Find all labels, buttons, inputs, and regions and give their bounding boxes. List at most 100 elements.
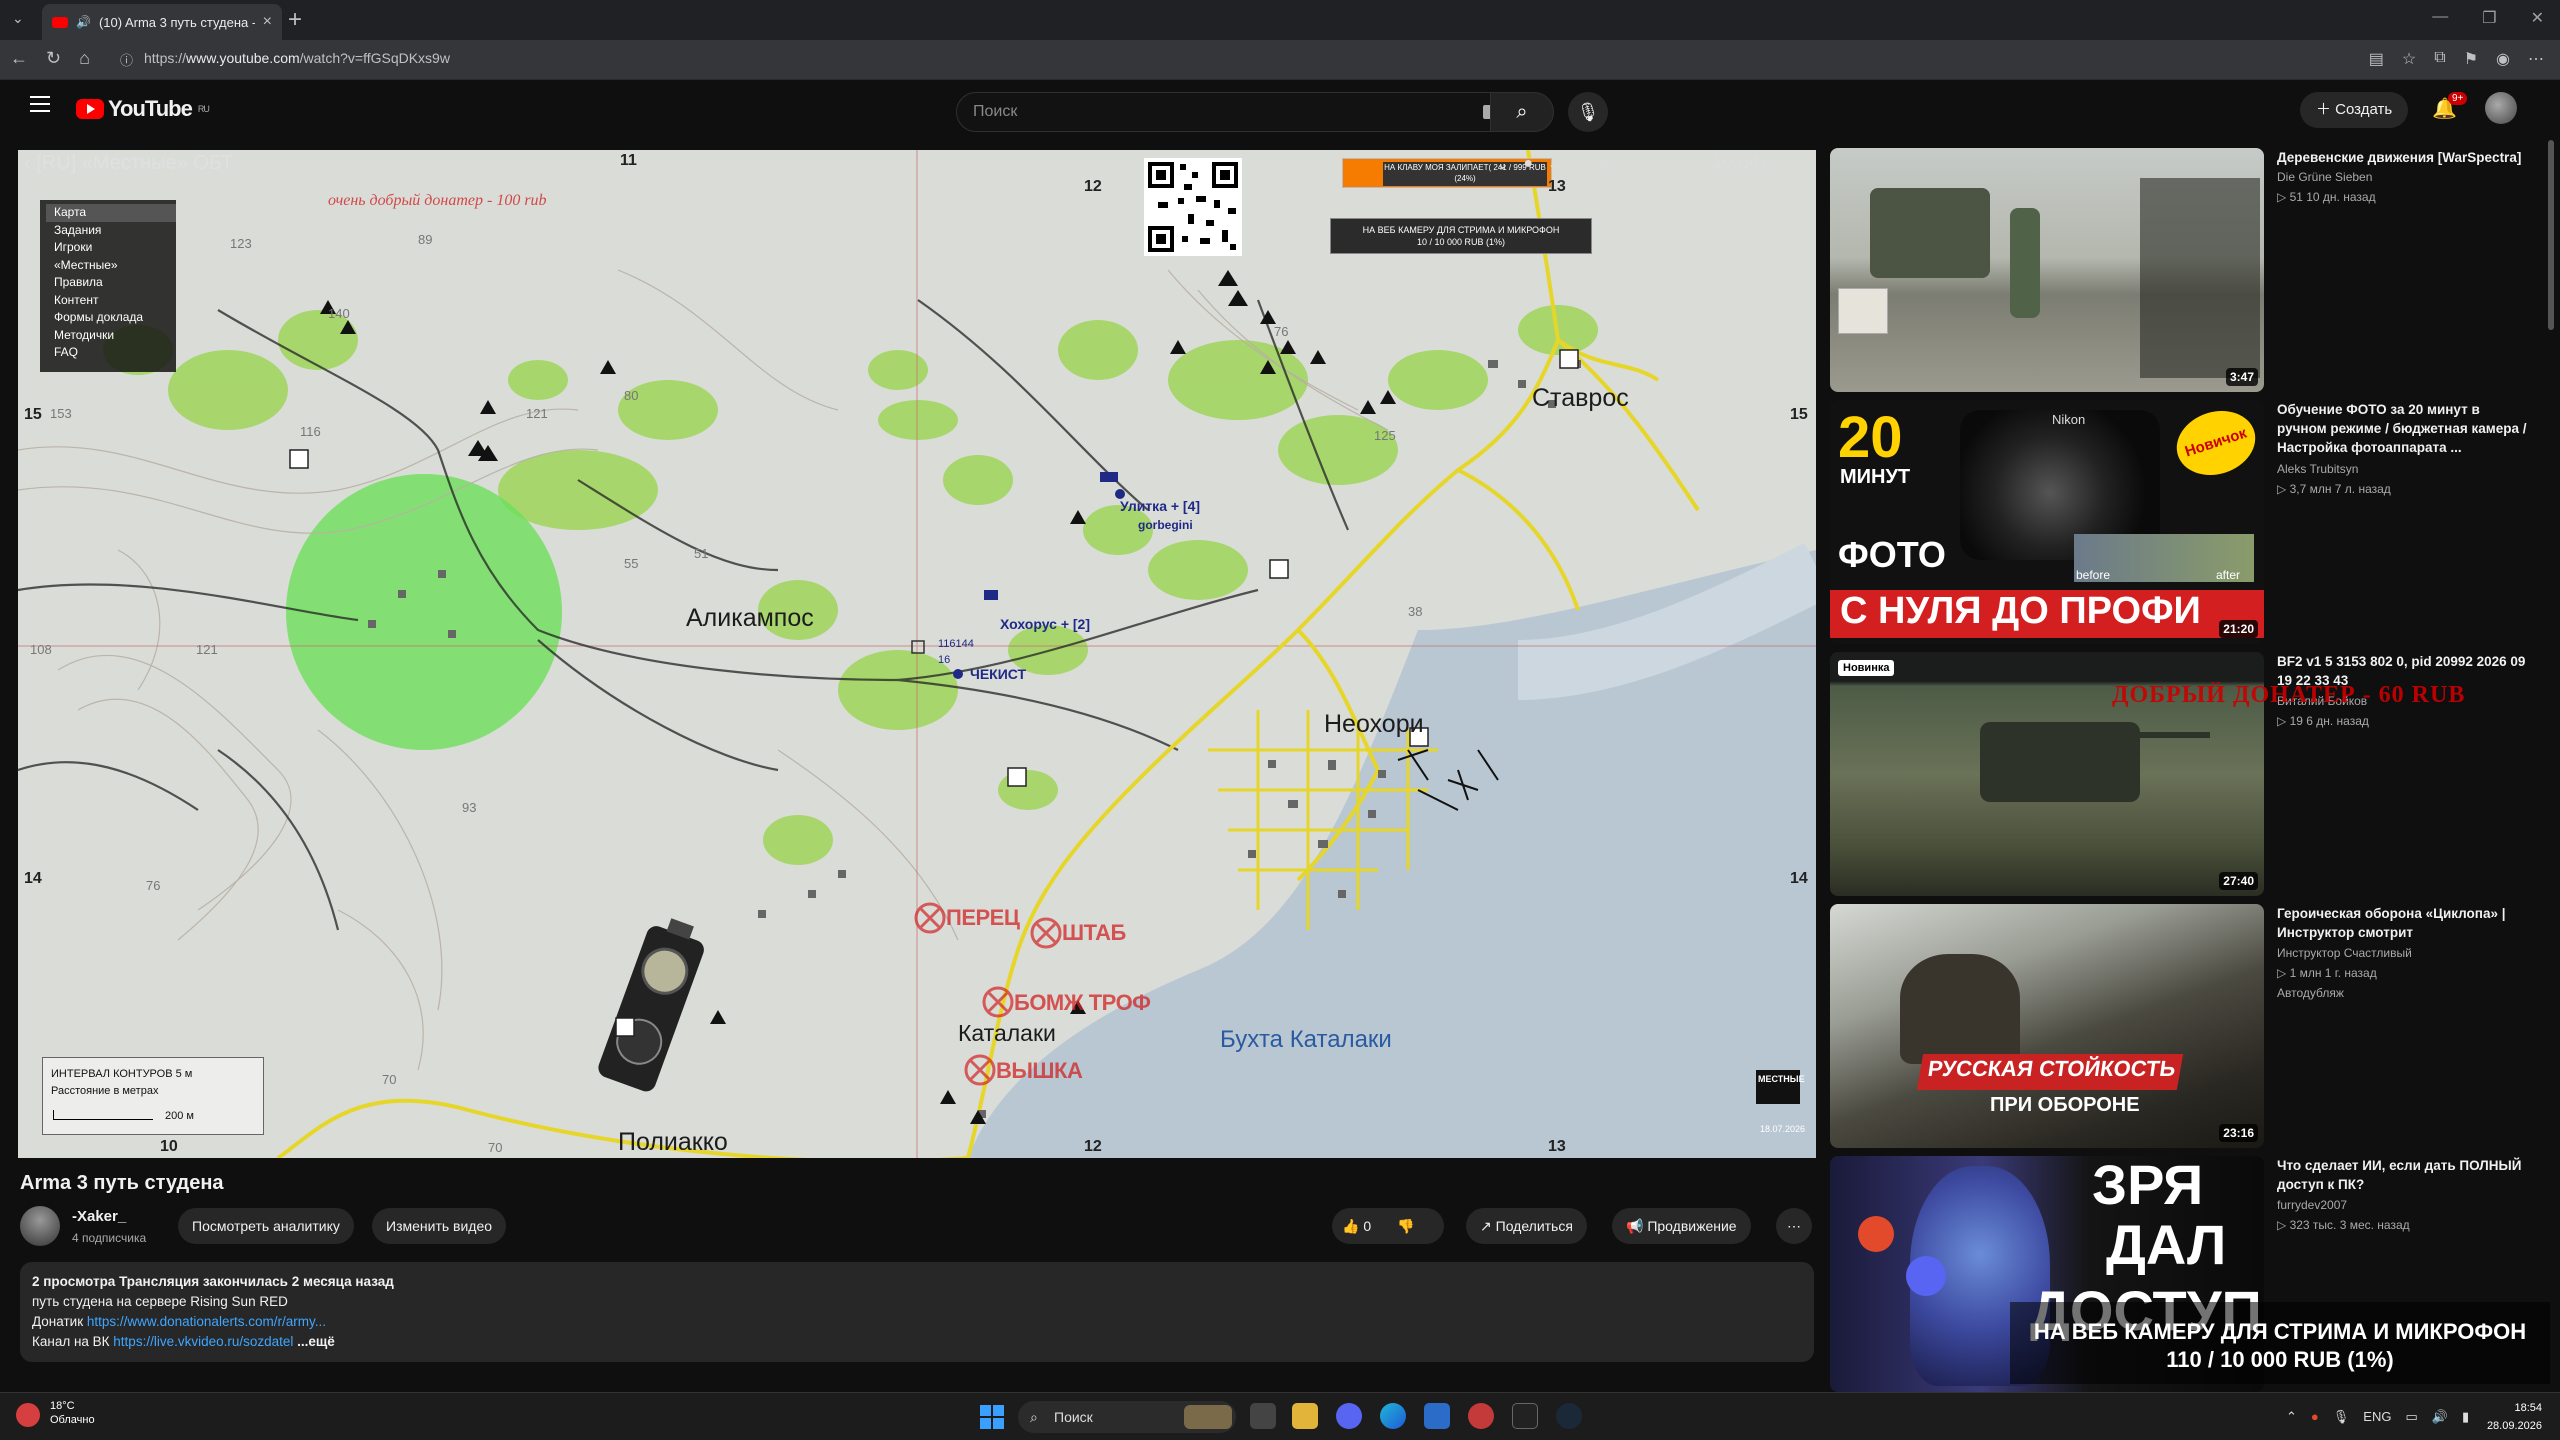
recommendation-title[interactable]: Что сделает ИИ, если дать ПОЛНЫЙ доступ …	[2277, 1156, 2527, 1194]
maximize-icon[interactable]: ❐	[2482, 8, 2496, 28]
create-button[interactable]: ＋ Создать	[2300, 92, 2409, 128]
new-tab-button[interactable]: +	[288, 6, 302, 34]
analytics-button[interactable]: Посмотреть аналитику	[178, 1208, 354, 1244]
donation-link[interactable]: https://www.donationalerts.com/r/army...	[87, 1314, 326, 1329]
map-menu-item[interactable]: «Местные»	[54, 257, 176, 275]
stream-goal-overlay: НА ВЕБ КАМЕРУ ДЛЯ СТРИМА И МИКРОФОН 110 …	[2010, 1302, 2550, 1384]
recommendation-title[interactable]: Деревенские движения [WarSpectra]	[2277, 148, 2527, 167]
more-actions-button[interactable]: ⋯	[1776, 1208, 1812, 1244]
bookmark-star-icon[interactable]: ☆	[2402, 49, 2416, 69]
map-menu-item[interactable]: Карта	[46, 204, 176, 222]
thumbs-up-icon[interactable]: 👍	[1342, 1218, 1363, 1234]
vk-link[interactable]: https://live.vkvideo.ru/sozdatel	[113, 1334, 293, 1349]
mic-tray-icon[interactable]: 🎙	[2333, 1409, 2350, 1425]
recommendation-item[interactable]: 20 МИНУТ ФОТО Nikon Новичок before after…	[1830, 400, 2530, 646]
ring-icon: ◌	[1574, 155, 1584, 172]
video-duration: 23:16	[2219, 1124, 2258, 1142]
close-window-icon[interactable]: ✕	[2531, 8, 2544, 28]
tab-close-icon[interactable]: ×	[263, 13, 272, 31]
map-menu-item[interactable]: Правила	[54, 274, 176, 292]
recommendation-channel[interactable]: furrydev2007	[2277, 1198, 2347, 1212]
tray-expand-icon[interactable]: ⌃	[2286, 1409, 2297, 1425]
map-menu-item[interactable]: Контент	[54, 292, 176, 310]
back-icon[interactable]: ←	[10, 48, 28, 69]
terminal-icon[interactable]	[1512, 1403, 1538, 1429]
youtube-logo[interactable]: YouTube RU	[76, 96, 210, 122]
minimize-icon[interactable]: —	[2432, 8, 2448, 28]
profile-icon[interactable]: ◉	[2496, 49, 2510, 69]
legend-box: ИНТЕРВАЛ КОНТУРОВ 5 м Расстояние в метра…	[42, 1057, 264, 1135]
map-menu-item[interactable]: Методички	[54, 327, 176, 345]
map-menu-item[interactable]: Игроки	[54, 239, 176, 257]
webcam-goal-banner: НА ВЕБ КАМЕРУ ДЛЯ СТРИМА И МИКРОФОН 10 /…	[1330, 218, 1592, 254]
window-controls: — ❐ ✕	[2432, 8, 2544, 28]
menu-icon[interactable]	[30, 96, 50, 112]
thumbs-down-icon[interactable]: 👎	[1397, 1218, 1414, 1234]
browser-menu-icon[interactable]: ⋯	[2528, 49, 2544, 69]
scale-bar	[53, 1110, 153, 1120]
battery-icon[interactable]: ▮	[2462, 1409, 2469, 1425]
channel-name[interactable]: -Xaker_	[72, 1208, 126, 1225]
show-more-link[interactable]: ...ещё	[293, 1334, 335, 1349]
video-thumbnail[interactable]: 20 МИНУТ ФОТО Nikon Новичок before after…	[1830, 400, 2264, 644]
recommendation-channel[interactable]: Die Grüne Sieben	[2277, 170, 2372, 184]
reload-icon[interactable]: ↻	[46, 48, 61, 69]
share-button[interactable]: ↗ Поделиться	[1466, 1208, 1587, 1244]
megaphone-icon: 📢	[1626, 1218, 1648, 1234]
collections-icon[interactable]: ⚑	[2464, 49, 2478, 69]
file-explorer-icon[interactable]	[1292, 1403, 1318, 1429]
start-button-icon[interactable]	[980, 1405, 1004, 1429]
recommendation-title[interactable]: Героическая оборона «Циклопа» | Инструкт…	[2277, 904, 2527, 942]
grid-label: 10	[160, 1138, 178, 1155]
video-player[interactable]: Карта Задания Игроки «Местные» Правила К…	[18, 150, 1816, 1158]
search-input[interactable]	[957, 93, 1515, 131]
url-field[interactable]: https://www.youtube.com/watch?v=ffGSqDKx…	[144, 50, 450, 66]
taskbar-search[interactable]: ⌕ Поиск	[1018, 1401, 1236, 1433]
map-menu-item[interactable]: Задания	[54, 222, 176, 240]
volume-icon[interactable]: 🔊	[2432, 1409, 2448, 1425]
browser-tab-bar: ⌄ 🔊 (10) Arma 3 путь студена - Yo × + — …	[0, 0, 2560, 40]
map-menu-item[interactable]: FAQ	[54, 344, 176, 362]
dubbing-label: Автодубляж	[2277, 986, 2344, 1000]
taskbar-clock[interactable]: 18:54 28.09.2026	[2484, 1399, 2542, 1435]
recommendation-item[interactable]: РУССКАЯ СТОЙКОСТЬ ПРИ ОБОРОНЕ 23:16 Геро…	[1830, 904, 2530, 1150]
app-icon[interactable]	[1468, 1403, 1494, 1429]
description-line: Канал на ВК https://live.vkvideo.ru/sozd…	[32, 1334, 335, 1349]
new-badge: Новинка	[1838, 660, 1895, 676]
network-icon[interactable]: ▭	[2405, 1409, 2417, 1425]
discord-icon[interactable]	[1336, 1403, 1362, 1429]
recommendation-channel[interactable]: Aleks Trubitsyn	[2277, 462, 2358, 476]
channel-avatar[interactable]	[20, 1206, 60, 1246]
edge-browser-icon[interactable]	[1380, 1403, 1406, 1429]
video-thumbnail[interactable]: РУССКАЯ СТОЙКОСТЬ ПРИ ОБОРОНЕ 23:16	[1830, 904, 2264, 1148]
tab-list-dropdown[interactable]: ⌄	[12, 10, 24, 27]
store-icon[interactable]	[1424, 1403, 1450, 1429]
account-avatar[interactable]	[2485, 92, 2517, 124]
recommendation-channel[interactable]: Инструктор Счастливый	[2277, 946, 2412, 960]
home-icon[interactable]: ⌂	[79, 48, 90, 69]
language-indicator[interactable]: ENG	[2363, 1409, 2391, 1425]
page-scrollbar[interactable]	[2548, 140, 2554, 330]
map-menu-item[interactable]: Формы доклада	[54, 309, 176, 327]
back-chevron-icon[interactable]: ‹	[24, 152, 36, 174]
steam-icon[interactable]	[1556, 1403, 1582, 1429]
description-line: путь студена на сервере Rising Sun RED	[32, 1294, 288, 1309]
browser-tab-active[interactable]: 🔊 (10) Arma 3 путь студена - Yo ×	[42, 4, 282, 40]
audio-icon[interactable]: 🔊	[76, 15, 91, 29]
weather-widget[interactable]: 18°C Облачно	[16, 1399, 95, 1427]
tray-app-icon[interactable]: ●	[2311, 1409, 2319, 1425]
edit-video-button[interactable]: Изменить видео	[372, 1208, 507, 1244]
recommendation-item[interactable]: 3:47 Деревенские движения [WarSpectra] D…	[1830, 148, 2530, 394]
site-info-icon[interactable]: ⓘ	[120, 50, 133, 69]
search-button[interactable]: ⌕	[1490, 92, 1554, 132]
task-view-icon[interactable]	[1250, 1403, 1276, 1429]
video-thumbnail[interactable]: 3:47	[1830, 148, 2264, 392]
reader-icon[interactable]: ▤	[2369, 49, 2384, 69]
extensions-icon[interactable]: ⧉	[2434, 49, 2445, 69]
video-description[interactable]: 2 просмотра Трансляция закончилась 2 мес…	[20, 1262, 1814, 1362]
dot-icon: ●	[1523, 155, 1534, 172]
recommendation-title[interactable]: Обучение ФОТО за 20 минут в ручном режим…	[2277, 400, 2527, 457]
like-dislike-group: 👍 0 👎	[1332, 1208, 1444, 1244]
voice-search-button[interactable]: 🎙	[1568, 92, 1608, 132]
promote-button[interactable]: 📢 Продвижение	[1612, 1208, 1751, 1244]
